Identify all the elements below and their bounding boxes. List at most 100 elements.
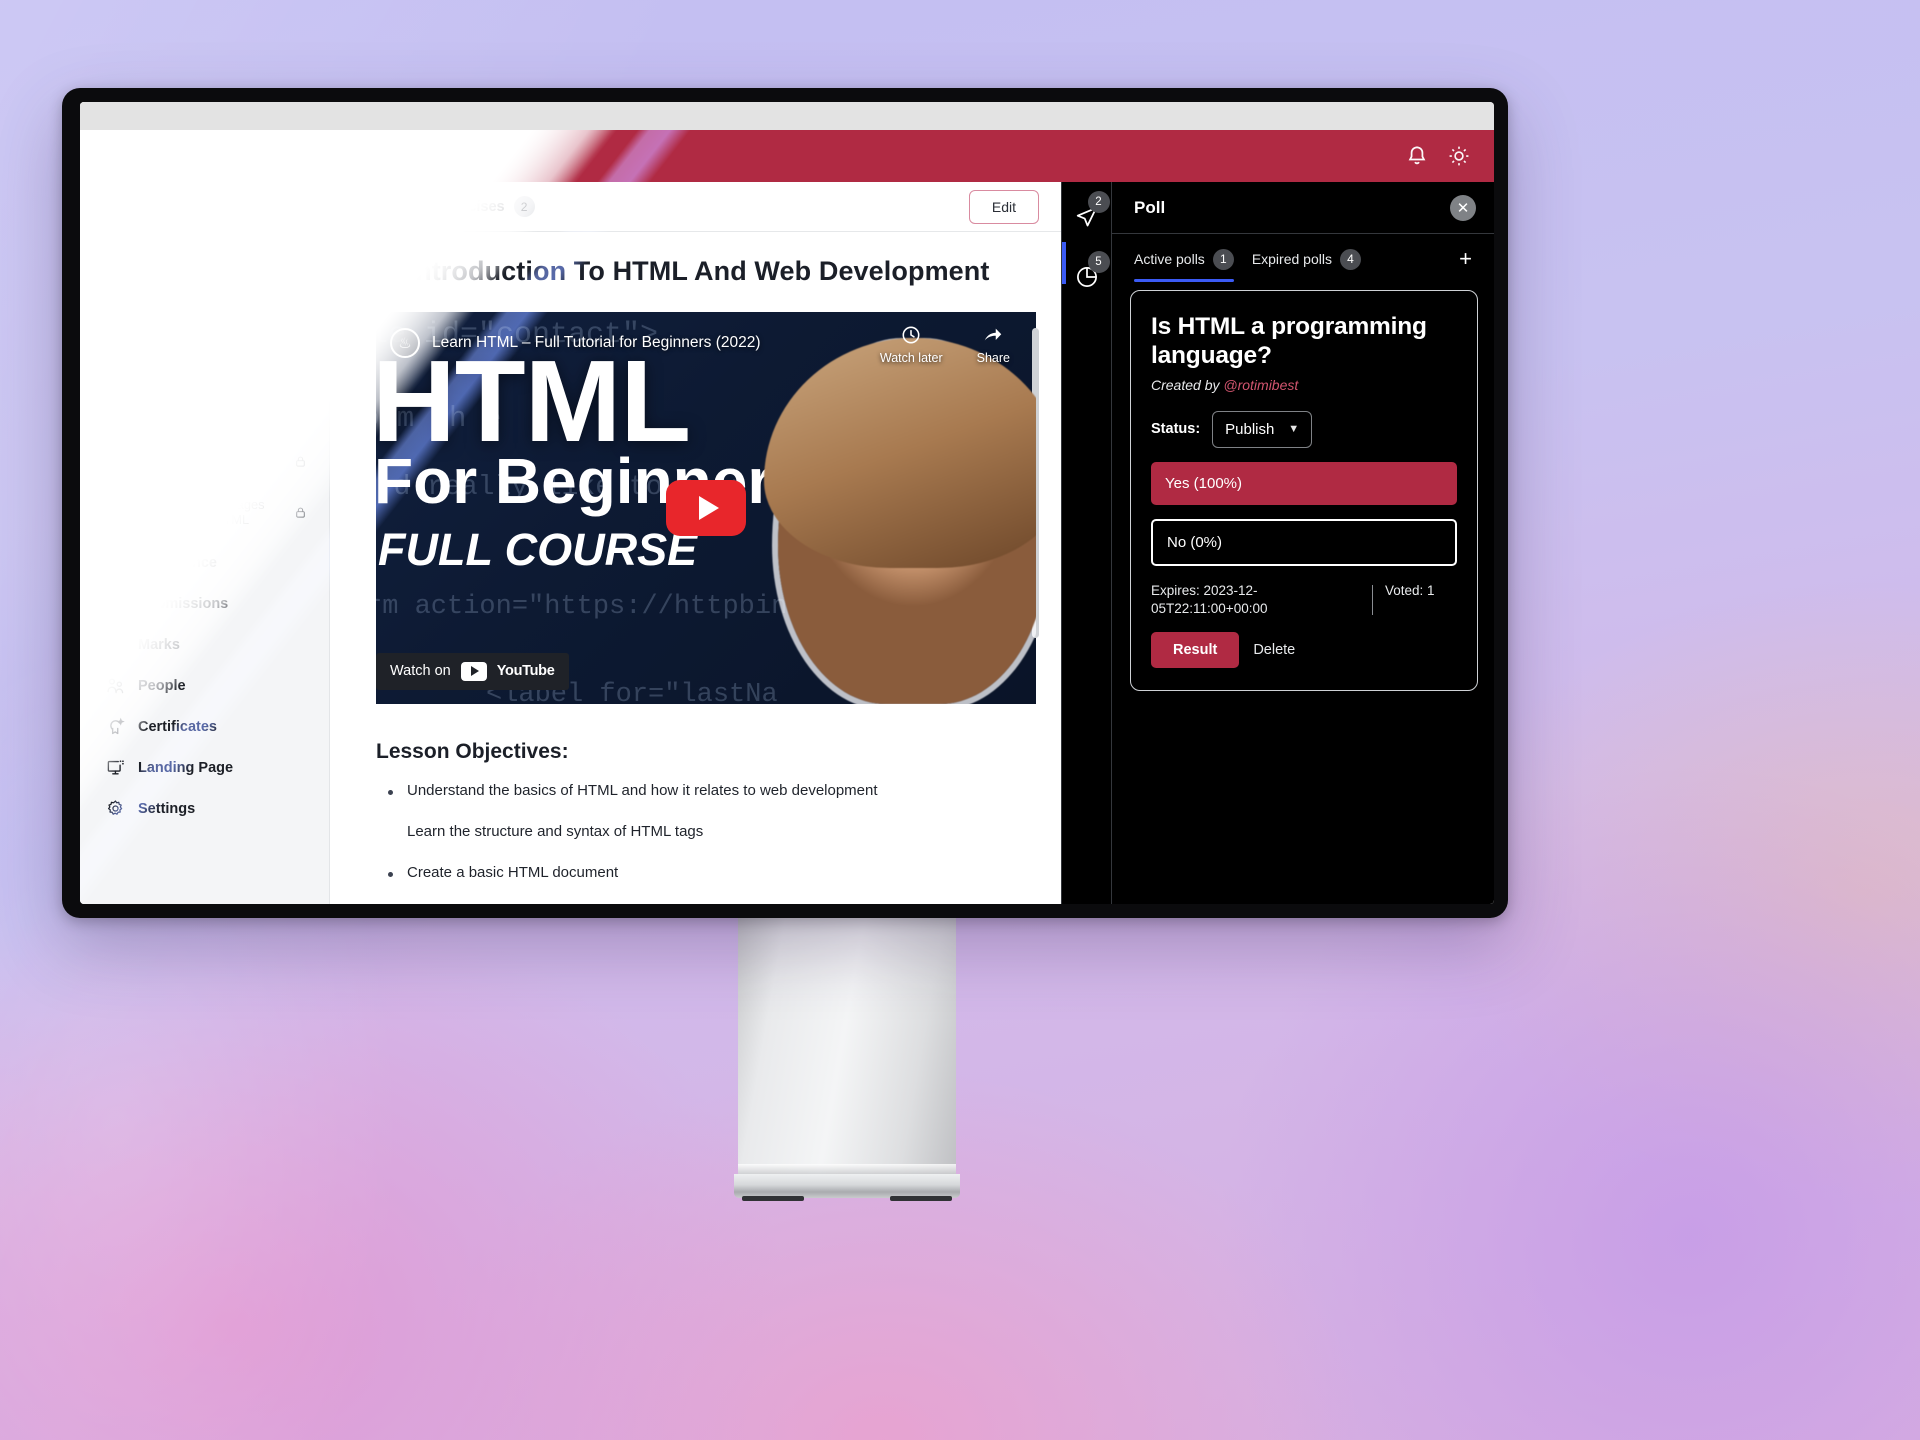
objective-text: Understand the basics of HTML and how it… (407, 781, 878, 799)
checklist-icon (107, 556, 123, 569)
created-handle[interactable]: @rotimibest (1223, 377, 1298, 393)
tab-active-polls[interactable]: Active polls 1 (1134, 234, 1234, 284)
share-button[interactable]: Share (977, 324, 1010, 365)
tab-label: Materials (348, 198, 411, 215)
created-prefix: Created by (1151, 376, 1224, 393)
lesson-number: 01 (106, 293, 134, 322)
result-button[interactable]: Result (1151, 632, 1240, 669)
sidebar-item-landing-page[interactable]: Landing Page (80, 747, 329, 788)
poll-actions: Result Delete (1151, 632, 1457, 669)
tab-label: Active polls (1134, 251, 1205, 267)
monitor-stand-neck (738, 918, 956, 1180)
sidebar-item-people[interactable]: People (80, 665, 329, 706)
tab-exercises[interactable]: Exercises 2 (435, 183, 537, 230)
award-icon (110, 717, 125, 735)
hamburger-icon[interactable] (106, 150, 124, 162)
list-item[interactable]: 02 Creating Your First HTML Document (92, 333, 317, 384)
chevron-down-icon: ▼ (1288, 423, 1300, 436)
tab-badge: 2 (513, 196, 535, 217)
status-select[interactable]: Publish ▼ (1212, 410, 1313, 448)
sidebar-item-label: Overview (138, 210, 203, 227)
sidebar-item-lessons[interactable]: Lessons (5) (80, 239, 329, 280)
sidebar-item-label: Settings (138, 800, 196, 817)
rail-badge: 5 (1087, 251, 1110, 273)
lesson-title: Working with Images and Lists in HTML (146, 496, 265, 528)
sidebar-item-certificates[interactable]: Certificates (80, 706, 329, 747)
list-item[interactable]: 04 Attributes, Colors And Links (92, 436, 317, 487)
sidebar-item-submissions[interactable]: Submissions (80, 583, 329, 624)
rail-item-messages[interactable]: 2 (1070, 191, 1110, 234)
poll-expires: Expires: 2023-12-05T22:11:00+00:00 (1151, 582, 1268, 617)
clock-icon (902, 326, 920, 344)
meta-divider (1372, 584, 1373, 616)
lesson-title: Understanding HTML Elements and Tags (146, 394, 268, 426)
sidebar-item-marks[interactable]: Marks (80, 624, 329, 665)
sun-icon[interactable] (1446, 143, 1472, 169)
video-title-row: ♨ Learn HTML – Full Tutorial for Beginne… (390, 327, 761, 358)
tab-label: Exercises (436, 198, 505, 215)
page-title: HTML for Absolute Beginners (179, 145, 442, 166)
poll-created-by: Created by @rotimibest (1151, 377, 1457, 393)
stand-foot-right (890, 1196, 952, 1201)
lessons-count: (5) (202, 251, 220, 268)
lock-icon (296, 507, 305, 518)
poll-status-row: Status: Publish ▼ (1151, 410, 1457, 448)
list-icon (107, 213, 123, 224)
tab-expired-polls[interactable]: Expired polls 4 (1252, 234, 1361, 284)
sidebar: Overview Lessons (5) 01 Introduction to … (80, 182, 330, 904)
objective-text: Learn the structure and syntax of HTML t… (407, 822, 704, 840)
status-label: Status: (1151, 421, 1201, 438)
share-icon (985, 328, 1002, 341)
status-value: Publish (1225, 420, 1275, 438)
list-item[interactable]: 03 Understanding HTML Elements and Tags (92, 384, 317, 435)
poll-option-yes[interactable]: Yes (100%) (1151, 461, 1457, 505)
objectives-list: Understand the basics of HTML and how it… (376, 782, 1021, 881)
lessons-icon (107, 252, 122, 267)
sidebar-item-label: Submissions (138, 595, 229, 612)
app-window: ← HTML for Absolute Beginners Overview L… (80, 130, 1494, 904)
bullet-icon (388, 871, 393, 877)
close-icon[interactable]: ✕ (1450, 194, 1476, 221)
lock-icon (296, 302, 305, 313)
video-embed[interactable]: le id="contact"> orm th e r'd really lik… (376, 311, 1036, 704)
channel-logo-icon: ♨ (390, 327, 420, 358)
watch-later-button[interactable]: Watch later (880, 324, 943, 365)
arrow-left-icon[interactable]: ← (144, 147, 163, 166)
tab-badge: 1 (1212, 248, 1234, 270)
sidebar-item-attendance[interactable]: Attendance (80, 542, 329, 583)
app-body: Overview Lessons (5) 01 Introduction to … (80, 182, 1494, 904)
rail-item-poll[interactable]: 5 (1070, 251, 1110, 294)
objective-text: Create a basic HTML document (407, 863, 619, 881)
bell-icon[interactable] (1404, 143, 1430, 169)
objectives-heading: Lesson Objectives: (376, 739, 569, 763)
poll-card: Is HTML a programming language? Created … (1130, 290, 1478, 692)
poll-option-no[interactable]: No (0%) (1151, 518, 1457, 566)
document-title: Introduction To HTML And Web Development (407, 256, 990, 286)
poll-voted-count: Voted: 1 (1385, 582, 1435, 598)
sidebar-item-label: Marks (138, 636, 180, 653)
list-item: Understand the basics of HTML and how it… (376, 782, 1021, 799)
delete-button[interactable]: Delete (1253, 642, 1295, 658)
list-item[interactable]: 05 Working with Images and Lists in HTML (92, 487, 317, 538)
sidebar-item-overview[interactable]: Overview (80, 198, 329, 239)
sidebar-item-settings[interactable]: Settings (80, 788, 329, 829)
list-item: Create a basic HTML document (376, 864, 1021, 881)
play-button[interactable] (666, 479, 746, 536)
edit-button[interactable]: Edit (968, 189, 1039, 224)
lesson-number: 05 (106, 498, 134, 527)
rail-badge: 2 (1087, 191, 1110, 213)
list-item[interactable]: 01 Introduction to HTML and Web Developm… (92, 282, 317, 334)
share-label: Share (976, 350, 1010, 365)
sidebar-item-label: Certificates (138, 718, 217, 735)
lock-icon (296, 405, 305, 416)
lesson-title: Introduction to HTML and Web Development (146, 292, 276, 323)
gear-icon (107, 800, 123, 815)
sidebar-item-label: People (138, 677, 186, 694)
youtube-icon (460, 661, 487, 681)
watch-on-youtube-button[interactable]: Watch on YouTube (376, 652, 569, 690)
tab-materials[interactable]: Materials (346, 186, 413, 228)
chevron-up-icon[interactable] (288, 250, 307, 269)
lesson-number: 02 (106, 344, 134, 373)
plus-icon[interactable]: + (1455, 248, 1476, 270)
people-icon (107, 678, 124, 694)
